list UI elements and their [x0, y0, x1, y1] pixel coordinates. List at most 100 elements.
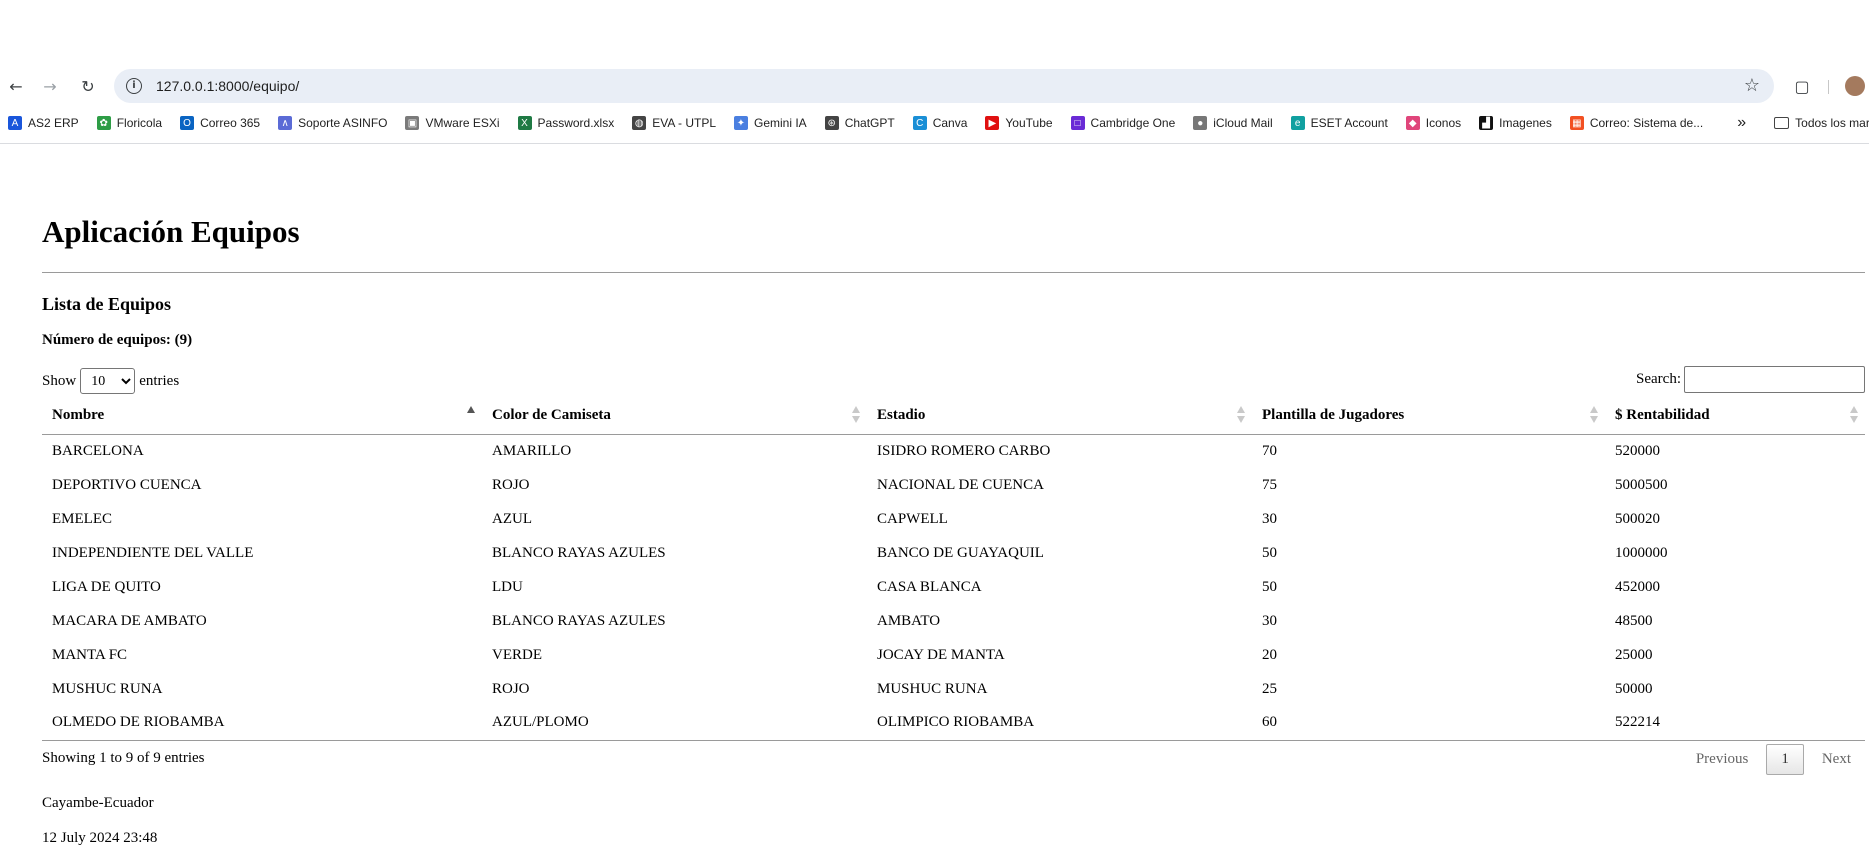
show-label: Show — [42, 372, 77, 389]
bookmark-item[interactable]: e ESET Account — [1290, 116, 1388, 130]
sort-icon — [1849, 406, 1859, 426]
table-cell: OLIMPICO RIOBAMBA — [867, 706, 1252, 741]
bookmarks-bar: A AS2 ERP ✿ Floricola O Correo 365 ∧ Soporte AS… — [0, 111, 1869, 135]
table-row: OLMEDO DE RIOBAMBA AZUL/PLOMO OLIMPICO RIO… — [42, 706, 1865, 741]
table-cell: 522214 — [1605, 706, 1865, 741]
bookmark-item[interactable]: ✦ Gemini IA — [734, 116, 807, 130]
sort-up-icon — [1850, 406, 1858, 413]
address-bar[interactable]: i 127.0.0.1:8000/equipo/ ☆ — [114, 69, 1774, 103]
table-cell: 520000 — [1615, 442, 1660, 459]
table-cell: DEPORTIVO CUENCA — [52, 476, 202, 493]
more-bookmarks-icon[interactable]: » — [1737, 114, 1746, 132]
table-row: DEPORTIVO CUENCA ROJO NACIONAL DE CUENCA 75… — [42, 468, 1865, 502]
bookmark-item[interactable]: ◍ EVA - UTPL — [632, 116, 716, 130]
table-cell: AMARILLO — [492, 442, 572, 459]
bookmark-item[interactable]: ● iCloud Mail — [1193, 116, 1273, 130]
microsoft-icon: ▦ — [1569, 116, 1584, 130]
bookmark-item[interactable]: ▟ Imagenes — [1479, 116, 1552, 130]
back-arrow-icon[interactable]: ← — [4, 74, 28, 98]
table-cell: 70 — [1262, 442, 1277, 459]
table-cell: EMELEC — [52, 510, 112, 527]
table-row: MUSHUC RUNA ROJO MUSHUC RUNA 25 50000 — [42, 672, 1865, 706]
column-header-label: Color de Camiseta — [492, 407, 611, 424]
table-cell: BANCO DE GUAYAQUIL — [877, 544, 1044, 561]
search-input[interactable] — [1684, 366, 1865, 393]
folder-label: Todos los marca — [1795, 116, 1869, 130]
bookmark-item[interactable]: O Correo 365 — [180, 116, 260, 130]
bookmark-item[interactable]: ✿ Floricola — [96, 116, 163, 130]
bookmark-item[interactable]: ▣ VMware ESXi — [405, 116, 500, 130]
bookmark-item[interactable]: C Canva — [912, 116, 967, 130]
url-text[interactable]: 127.0.0.1:8000/equipo/ — [156, 78, 299, 94]
column-header[interactable]: Nombre — [42, 398, 482, 435]
table-cell: 30 — [1262, 612, 1277, 629]
sort-icon — [851, 406, 861, 426]
page-title: Aplicación Equipos — [42, 214, 300, 249]
table-cell: 50000 — [1615, 680, 1653, 697]
folder-icon — [1774, 117, 1790, 129]
sort-up-icon — [467, 406, 475, 413]
table-row: BARCELONA AMARILLO ISIDRO ROMERO CARBO 70 52… — [42, 434, 1865, 468]
table-cell: JOCAY DE MANTA — [877, 646, 1005, 663]
profile-avatar[interactable] — [1845, 76, 1865, 96]
page-1-button[interactable]: 1 — [1766, 744, 1804, 775]
table-cell: 20 — [1262, 646, 1277, 663]
previous-button[interactable]: Previous — [1682, 745, 1763, 774]
bookmark-star-icon[interactable]: ☆ — [1744, 75, 1760, 96]
table-cell: 50 — [1262, 544, 1277, 561]
bookmark-item[interactable]: ◆ Iconos — [1405, 116, 1462, 130]
column-header[interactable]: Color de Camiseta — [482, 398, 867, 435]
bookmark-label: Cambridge One — [1090, 116, 1176, 130]
youtube-icon: ▶ — [985, 116, 1000, 130]
table-cell: 75 — [1262, 476, 1277, 493]
table-cell: OLMEDO DE RIOBAMBA — [42, 706, 482, 741]
imagenes-icon: ▟ — [1479, 116, 1494, 130]
table-cell: MANTA FC — [52, 646, 128, 663]
gemini-icon: ✦ — [734, 116, 748, 130]
column-header[interactable]: Estadio — [867, 398, 1252, 435]
forward-arrow-icon[interactable]: → — [38, 74, 62, 98]
bookmark-item[interactable]: ⊛ ChatGPT — [824, 116, 895, 130]
bookmark-item[interactable]: □ Cambridge One — [1070, 116, 1176, 130]
sort-up-icon — [1590, 406, 1598, 413]
extensions-icon[interactable]: ▢ — [1790, 74, 1814, 98]
next-button[interactable]: Next — [1808, 745, 1865, 774]
sort-down-icon — [852, 416, 860, 423]
title-divider — [42, 272, 1865, 273]
bookmark-item[interactable]: A AS2 ERP — [8, 116, 79, 130]
table-search: Search: — [1636, 366, 1865, 393]
bookmark-item[interactable]: ▦ Correo: Sistema de... — [1569, 116, 1703, 130]
team-count: Número de equipos: (9) — [42, 332, 193, 348]
bookmark-label: Floricola — [116, 116, 163, 130]
list-heading: Lista de Equipos — [42, 294, 172, 314]
bookmark-label: Soporte ASINFO — [298, 116, 388, 130]
footer-datetime: 12 July 2024 23:48 — [42, 830, 158, 846]
sort-down-icon — [1590, 416, 1598, 423]
bookmark-label: ChatGPT — [844, 116, 895, 130]
column-header[interactable]: Plantilla de Jugadores — [1252, 398, 1605, 435]
sort-up-icon — [1237, 406, 1245, 413]
table-cell: 60 — [1252, 706, 1605, 741]
table-cell: 25000 — [1615, 646, 1653, 663]
excel-icon: X — [517, 116, 532, 130]
table-cell: AZUL/PLOMO — [482, 706, 867, 741]
table-cell: 5000500 — [1615, 476, 1668, 493]
footer-location: Cayambe-Ecuador — [42, 795, 154, 811]
browser-top-strip — [0, 0, 1869, 60]
bookmark-item[interactable]: ▶ YouTube — [985, 116, 1053, 130]
sort-down-icon — [1237, 416, 1245, 423]
reload-icon[interactable]: ↻ — [76, 74, 100, 98]
table-cell: VERDE — [492, 646, 542, 663]
bookmark-item[interactable]: ∧ Soporte ASINFO — [278, 116, 387, 130]
page-length-select[interactable]: 10 — [80, 368, 136, 394]
bookmark-label: VMware ESXi — [425, 116, 500, 130]
table-cell: NACIONAL DE CUENCA — [877, 476, 1044, 493]
sort-up-icon — [852, 406, 860, 413]
bookmark-item[interactable]: X Password.xlsx — [517, 116, 614, 130]
bookmark-label: Iconos — [1425, 116, 1462, 130]
column-header[interactable]: $ Rentabilidad — [1605, 398, 1865, 435]
bookmarks-folder[interactable]: Todos los marca — [1774, 116, 1869, 130]
site-info-icon[interactable]: i — [126, 78, 142, 94]
search-label: Search: — [1636, 371, 1681, 387]
cambridge-icon: □ — [1070, 116, 1085, 130]
